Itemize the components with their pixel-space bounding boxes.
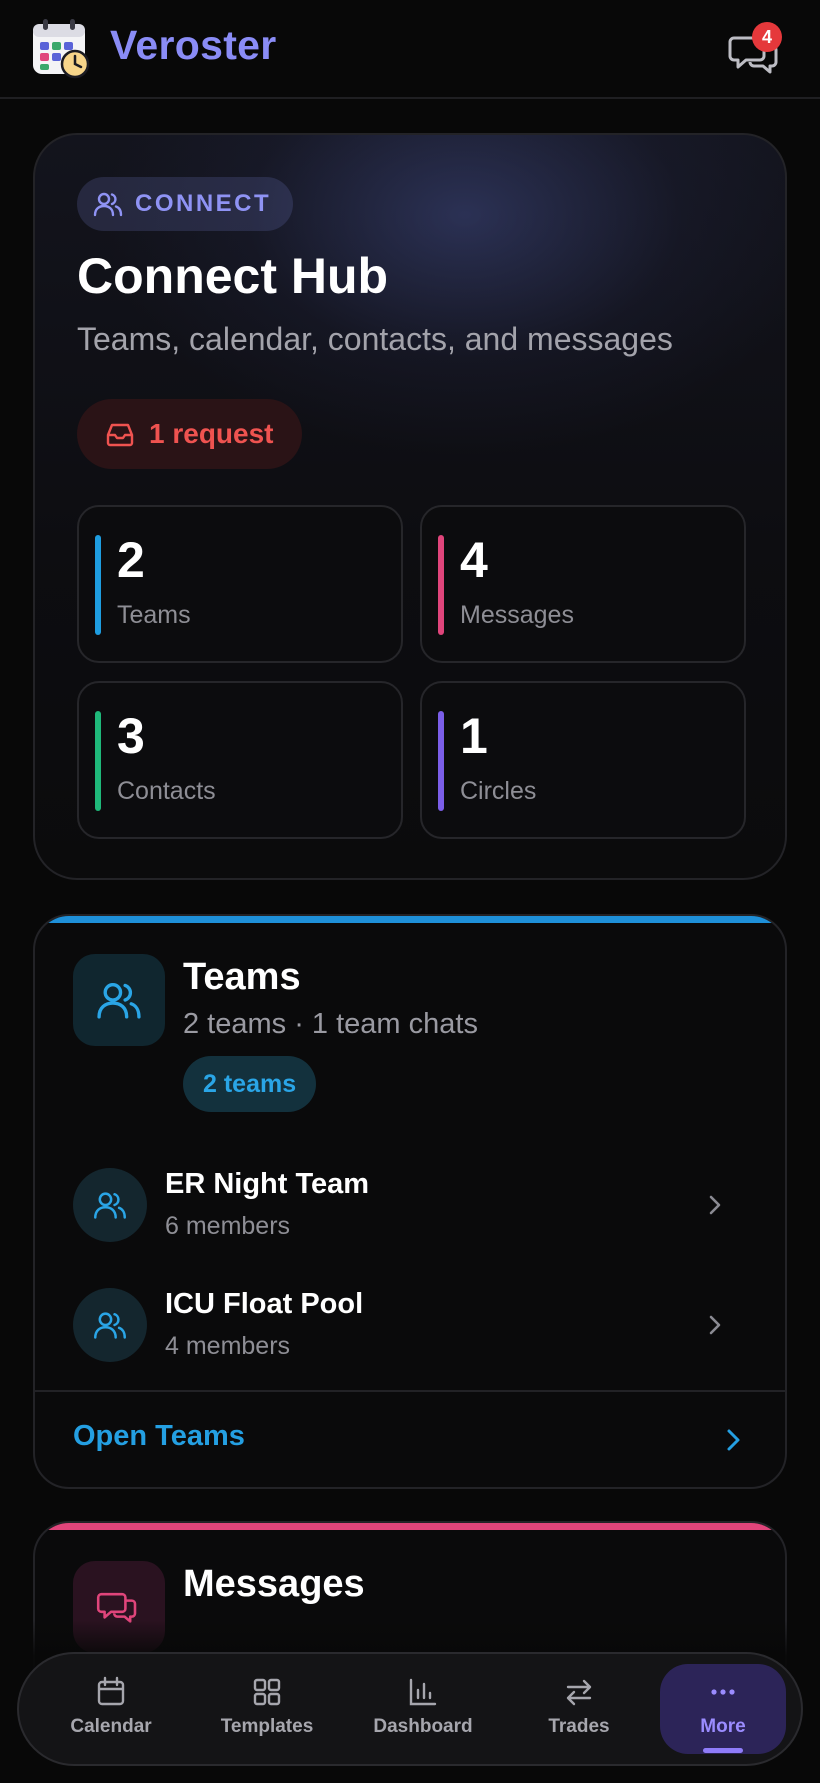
calendar-icon	[97, 1676, 125, 1706]
page: Veroster 4 CONNECT Connect Hub Teams, ca…	[0, 0, 820, 1783]
stat-tile-teams[interactable]: 2 Teams	[77, 505, 403, 663]
grid-icon	[253, 1678, 281, 1706]
hub-title: Connect Hub	[77, 248, 389, 304]
nav-label: Calendar	[70, 1716, 152, 1737]
messages-accent-bar	[35, 1523, 785, 1530]
users-icon	[94, 1312, 126, 1339]
stat-accent-bar	[95, 535, 101, 635]
chevron-right-icon	[709, 1195, 721, 1215]
teams-title: Teams	[183, 956, 301, 998]
stat-tile-contacts[interactable]: 3 Contacts	[77, 681, 403, 839]
chevron-right-icon[interactable]	[721, 1426, 745, 1454]
users-icon	[94, 1192, 126, 1219]
team-members: 4 members	[165, 1332, 291, 1360]
nav-item-more[interactable]: More	[660, 1664, 786, 1754]
stat-tile-circles[interactable]: 1 Circles	[420, 681, 746, 839]
divider	[35, 1390, 785, 1392]
nav-item-templates[interactable]: Templates	[204, 1664, 330, 1754]
nav-label: Dashboard	[373, 1716, 473, 1737]
nav-item-trades[interactable]: Trades	[516, 1664, 642, 1754]
team-members: 6 members	[165, 1212, 291, 1240]
nav-label: More	[700, 1716, 746, 1737]
messages-title: Messages	[183, 1563, 365, 1605]
teams-icon-tile	[73, 954, 165, 1046]
bar-chart-icon	[409, 1678, 437, 1706]
stat-label: Teams	[117, 601, 191, 629]
team-row[interactable]: ICU Float Pool 4 members	[35, 1280, 785, 1370]
stat-value: 2	[117, 532, 145, 588]
teams-accent-bar	[35, 916, 785, 923]
more-icon	[711, 1689, 735, 1695]
hub-subtitle: Teams, calendar, contacts, and messages	[77, 321, 673, 357]
open-teams-link[interactable]: Open Teams	[73, 1420, 245, 1453]
stat-accent-bar	[95, 711, 101, 811]
stat-label: Contacts	[117, 777, 216, 805]
stat-accent-bar	[438, 535, 444, 635]
users-icon	[93, 192, 123, 217]
team-row[interactable]: ER Night Team 6 members	[35, 1160, 785, 1250]
inbox-icon	[106, 423, 134, 447]
request-button[interactable]: 1 request	[77, 399, 302, 469]
teams-subtitle: 2 teams · 1 team chats	[183, 1008, 478, 1040]
connect-chip-label: CONNECT	[135, 190, 272, 217]
nav-label: Templates	[220, 1716, 314, 1737]
stat-label: Messages	[460, 601, 574, 629]
stat-value: 4	[460, 532, 488, 588]
team-avatar	[73, 1288, 147, 1362]
teams-card: Teams 2 teams · 1 team chats 2 teams ER …	[33, 914, 787, 1489]
active-indicator	[703, 1748, 743, 1753]
users-icon	[97, 982, 141, 1019]
teams-count-badge: 2 teams	[183, 1056, 317, 1112]
stat-accent-bar	[438, 711, 444, 811]
stat-value: 3	[117, 708, 145, 764]
team-name: ER Night Team	[165, 1168, 370, 1200]
stat-label: Circles	[460, 777, 537, 805]
connect-chip: CONNECT	[77, 177, 294, 231]
notification-badge: 4	[752, 22, 782, 52]
connect-hub-card: CONNECT Connect Hub Teams, calendar, con…	[33, 133, 787, 880]
team-name: ICU Float Pool	[165, 1288, 364, 1320]
app-header: Veroster 4	[0, 0, 820, 99]
request-label: 1 request	[149, 418, 274, 449]
app-logo-icon	[30, 18, 92, 80]
stat-value: 1	[460, 708, 488, 764]
bottom-nav: Calendar Templates Dashboard Trades More	[17, 1652, 803, 1766]
app-name: Veroster	[110, 22, 277, 68]
nav-label: Trades	[548, 1716, 610, 1737]
stat-tile-messages[interactable]: 4 Messages	[420, 505, 746, 663]
swap-icon	[566, 1679, 592, 1706]
team-avatar	[73, 1168, 147, 1242]
nav-item-dashboard[interactable]: Dashboard	[360, 1664, 486, 1754]
nav-item-calendar[interactable]: Calendar	[48, 1664, 174, 1754]
chevron-right-icon	[709, 1315, 721, 1335]
